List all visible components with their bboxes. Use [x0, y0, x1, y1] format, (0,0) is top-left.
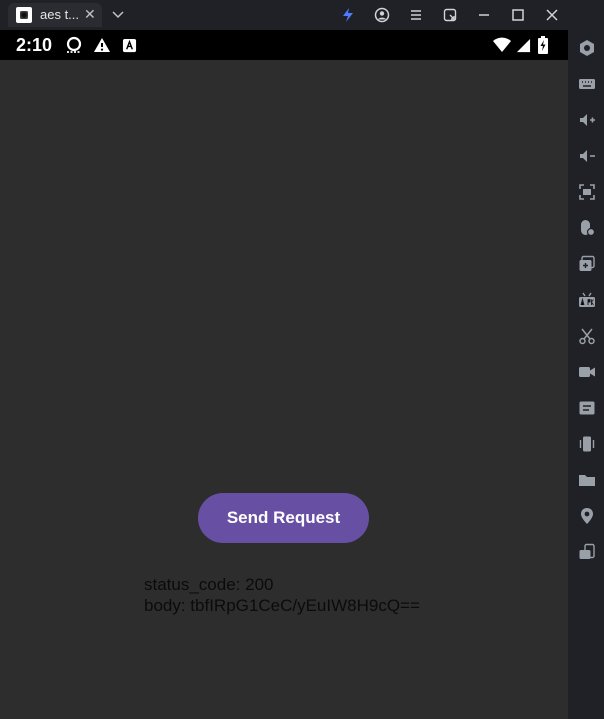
- sync-icon: [64, 36, 84, 54]
- chevron-down-icon[interactable]: [110, 6, 126, 22]
- install-apk-icon[interactable]: [577, 290, 597, 310]
- account-icon[interactable]: [372, 5, 392, 25]
- macro-icon[interactable]: [577, 398, 597, 418]
- keyboard-icon[interactable]: [577, 74, 597, 94]
- tab-close-icon[interactable]: ✕: [84, 5, 96, 23]
- location-icon[interactable]: [577, 506, 597, 526]
- scissors-icon[interactable]: [577, 326, 597, 346]
- emulator-toolbar: [568, 0, 604, 719]
- response-body-text: body: tbfIRpG1CeC/yEuIW8H9cQ==: [144, 596, 420, 615]
- lightning-icon[interactable]: [338, 5, 358, 25]
- minimize-icon[interactable]: [474, 5, 494, 25]
- folder-icon[interactable]: [577, 470, 597, 490]
- volume-down-icon[interactable]: [577, 146, 597, 166]
- maximize-icon[interactable]: [508, 5, 528, 25]
- menu-icon[interactable]: [406, 5, 426, 25]
- battery-charging-icon: [538, 36, 548, 54]
- rotate-screen-icon[interactable]: [577, 542, 597, 562]
- response-output: status_code: 200 body: tbfIRpG1CeC/yEuIW…: [144, 574, 420, 616]
- screenshot-icon[interactable]: [577, 182, 597, 202]
- snap-window-icon[interactable]: [440, 5, 460, 25]
- keyboard-a-icon: [122, 36, 137, 54]
- status-bar: 2:10: [0, 30, 568, 60]
- tab-title: aes t...: [40, 7, 80, 22]
- send-request-button[interactable]: Send Request: [198, 493, 369, 543]
- app-tab[interactable]: aes t... ✕: [8, 3, 102, 27]
- mouse-settings-icon[interactable]: [577, 218, 597, 238]
- phone-screen: 2:10 Send Request status_code: 200 body:…: [0, 30, 568, 719]
- signal-icon: [516, 36, 531, 54]
- window-titlebar: aes t... ✕: [0, 0, 604, 30]
- record-video-icon[interactable]: [577, 362, 597, 382]
- status-time: 2:10: [16, 35, 53, 55]
- status-code-text: status_code: 200: [144, 575, 274, 594]
- close-icon[interactable]: [542, 5, 562, 25]
- multi-instance-icon[interactable]: [577, 254, 597, 274]
- app-icon: [16, 7, 32, 23]
- hexagon-settings-icon[interactable]: [577, 38, 597, 58]
- warning-icon: [93, 36, 111, 54]
- shake-icon[interactable]: [577, 434, 597, 454]
- volume-up-icon[interactable]: [577, 110, 597, 130]
- wifi-icon: [492, 36, 512, 54]
